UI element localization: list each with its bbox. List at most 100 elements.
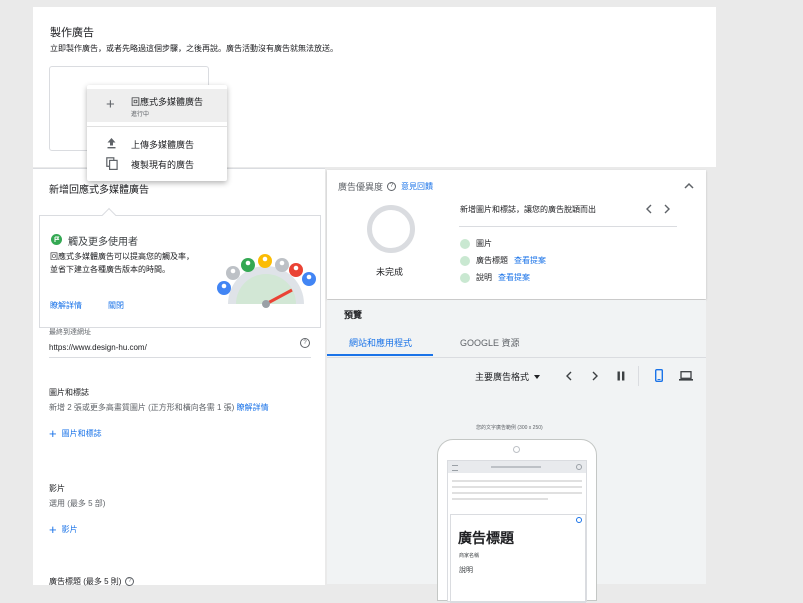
checklist-label: 廣告標題	[476, 256, 508, 265]
tab-label: 網站和應用程式	[349, 338, 413, 348]
images-description-text: 新增 2 張或更多高畫質圖片 (正方形和橫向各需 1 張)	[49, 403, 235, 412]
view-ideas-link[interactable]: 查看提案	[498, 272, 530, 283]
images-heading: 圖片和標誌	[49, 388, 89, 397]
tip-body-line1: 回應式多媒體廣告可以提高您的觸及率，	[50, 252, 194, 261]
page-title: 製作廣告	[50, 27, 94, 39]
plus-icon: +	[49, 521, 57, 537]
plus-icon: +	[106, 96, 115, 113]
strength-ring	[367, 205, 415, 253]
ad-business-name: 商家名稱	[459, 553, 480, 559]
mock-url-bar	[491, 466, 541, 468]
pending-dot-icon	[460, 238, 470, 249]
new-ad-menu: + 回應式多媒體廣告 進行中 上傳多媒體廣告 複製現有的廣告	[87, 85, 227, 181]
videos-description: 選用 (最多 5 部)	[49, 499, 106, 508]
tip-body-line2: 並省下建立各種廣告版本的時間。	[50, 265, 170, 274]
tab-label: GOOGLE 資源	[460, 338, 520, 348]
menu-item-responsive-display-ad[interactable]: + 回應式多媒體廣告 進行中	[87, 89, 227, 122]
next-suggestion-chevron-icon[interactable]	[664, 204, 671, 214]
collapse-chevron-icon[interactable]	[684, 182, 694, 189]
prev-suggestion-chevron-icon[interactable]	[645, 204, 652, 214]
pending-dot-icon	[460, 272, 470, 283]
desktop-device-icon[interactable]	[679, 371, 693, 381]
page-subtitle: 立即製作廣告，或者先略過這個步驟，之後再說。廣告活動沒有廣告就無法放送。	[50, 44, 338, 53]
prev-format-chevron-icon[interactable]	[565, 371, 572, 381]
phone-screen: 廣告標題 商家名稱 說明	[447, 460, 587, 603]
preview-heading: 預覽	[344, 310, 363, 320]
menu-item-status: 進行中	[131, 112, 150, 118]
tip-close-link[interactable]: 關閉	[108, 300, 124, 311]
checklist-item-descriptions: 說明 查看提案	[460, 272, 530, 283]
preview-tab-google-properties[interactable]: GOOGLE 資源	[439, 328, 549, 356]
add-video-label: 影片	[61, 525, 78, 534]
final-url-underline	[49, 357, 311, 358]
videos-heading: 影片	[49, 484, 65, 493]
tip-title: 觸及更多使用者	[68, 237, 138, 248]
tip-card: 觸及更多使用者 回應式多媒體廣告可以提高您的觸及率， 並省下建立各種廣告版本的時…	[39, 207, 321, 328]
format-dropdown[interactable]: 主要廣告格式	[475, 370, 541, 383]
mobile-device-icon[interactable]	[655, 369, 663, 382]
copy-icon	[106, 157, 118, 170]
help-icon[interactable]: ?	[300, 338, 310, 348]
add-images-label: 圖片和標誌	[61, 429, 102, 438]
tabs-divider	[327, 357, 706, 358]
help-icon[interactable]: ?	[125, 577, 135, 586]
preview-tab-websites-apps[interactable]: 網站和應用程式	[327, 328, 433, 356]
menu-divider	[87, 126, 227, 127]
checklist-item-headlines: 廣告標題 查看提案	[460, 255, 546, 266]
final-url-input[interactable]: https://www.design-hu.com/	[49, 343, 147, 352]
tip-pointer	[101, 207, 117, 223]
mock-text-line	[452, 486, 582, 488]
ad-strength-card: 廣告優異度 ? 意見回饋 未完成 新增圖片和標誌，讓您的廣告脫穎而出 圖片 廣告…	[327, 170, 706, 299]
plus-icon: +	[49, 425, 57, 441]
images-description: 新增 2 張或更多高畫質圖片 (正方形和橫向各需 1 張) 瞭解詳情	[49, 402, 269, 413]
pending-dot-icon	[460, 255, 470, 266]
menu-item-upload-display-ad[interactable]: 上傳多媒體廣告	[87, 135, 227, 151]
ad-choices-icon	[576, 517, 582, 523]
preview-panel: 預覽 網站和應用程式 GOOGLE 資源 主要廣告格式 您的文字廣告範例 (30…	[327, 300, 706, 603]
help-icon[interactable]: ?	[387, 182, 397, 191]
final-url-label: 最終到達網址	[49, 329, 91, 336]
menu-item-label: 上傳多媒體廣告	[131, 140, 195, 150]
checklist-label: 說明	[476, 273, 492, 282]
gauge-illustration-icon	[212, 246, 320, 308]
checklist-item-images: 圖片	[460, 238, 492, 249]
next-format-chevron-icon[interactable]	[592, 371, 599, 381]
add-images-button[interactable]: + 圖片和標誌	[49, 425, 102, 441]
menu-item-label: 複製現有的廣告	[131, 160, 195, 170]
strength-status: 未完成	[376, 267, 404, 277]
mock-text-line	[452, 492, 582, 494]
mock-browser-bar	[448, 461, 586, 473]
checklist-label: 圖片	[476, 239, 492, 248]
mock-ad-unit: 廣告標題 商家名稱 說明	[450, 514, 586, 603]
flag-icon	[51, 234, 62, 245]
active-tab-indicator	[327, 354, 433, 356]
ad-strength-header: 廣告優異度 ? 意見回饋	[338, 180, 433, 193]
dropdown-arrow-icon	[534, 374, 541, 379]
search-icon	[576, 464, 582, 470]
phone-camera	[513, 446, 520, 453]
editor-title: 新增回應式多媒體廣告	[49, 185, 149, 196]
suggestion-divider	[459, 226, 677, 227]
toolbar-divider	[638, 366, 639, 386]
mock-text-line	[452, 480, 582, 482]
ad-strength-title: 廣告優異度	[338, 182, 384, 192]
ad-headline: 廣告標題	[458, 530, 514, 546]
pause-icon[interactable]	[617, 371, 625, 381]
strength-suggestion: 新增圖片和標誌，讓您的廣告脫穎而出	[460, 205, 596, 214]
add-video-button[interactable]: + 影片	[49, 521, 78, 537]
ad-editor-panel: 新增回應式多媒體廣告 觸及更多使用者 回應式多媒體廣告可以提高您的觸及率， 並省…	[33, 168, 325, 587]
phone-mockup: 廣告標題 商家名稱 說明	[437, 439, 597, 603]
ad-description: 說明	[459, 567, 473, 574]
tip-learn-more-link[interactable]: 瞭解詳情	[50, 300, 82, 311]
format-label: 主要廣告格式	[475, 372, 530, 382]
upload-icon	[106, 137, 117, 149]
view-ideas-link[interactable]: 查看提案	[514, 255, 546, 266]
images-learn-more-link[interactable]: 瞭解詳情	[237, 403, 269, 412]
menu-item-copy-existing-ad[interactable]: 複製現有的廣告	[87, 155, 227, 171]
menu-icon	[452, 465, 458, 471]
menu-item-label: 回應式多媒體廣告	[131, 97, 204, 107]
feedback-link[interactable]: 意見回饋	[401, 181, 433, 192]
preview-caption: 您的文字廣告範例 (300 x 250)	[476, 425, 543, 431]
mock-text-line	[452, 498, 548, 500]
headlines-heading: 廣告標題 (最多 5 則) ?	[49, 576, 135, 587]
